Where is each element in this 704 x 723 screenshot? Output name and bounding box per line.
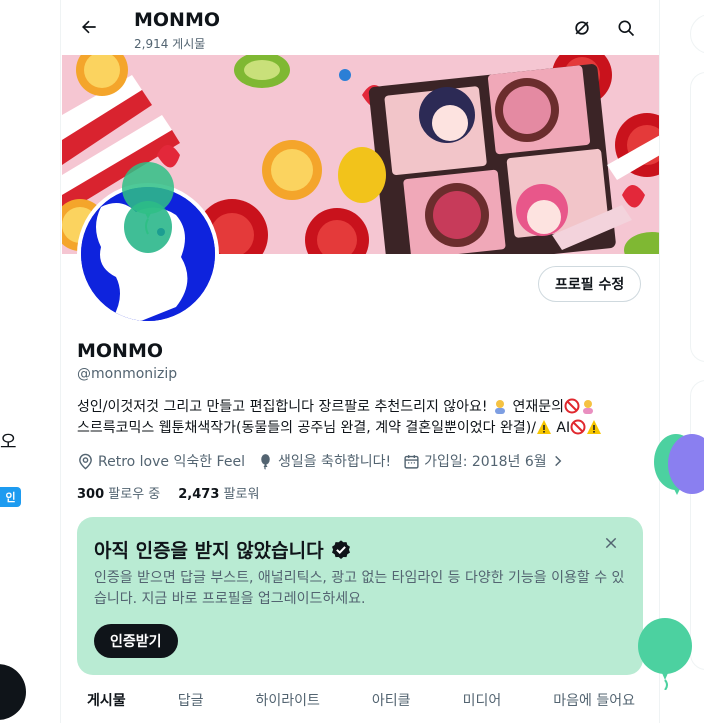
location-pin-icon [79,453,92,469]
verified-badge-icon [331,539,350,559]
balloon-icon [261,453,270,470]
verification-close-button[interactable] [599,531,623,555]
left-fragment-badge[interactable]: 인 [0,487,21,507]
search-button[interactable] [611,13,641,43]
notifications-off-button[interactable] [567,13,597,43]
following-label: 팔로우 중 [108,487,161,502]
warning-icon [536,419,552,435]
following-link[interactable]: 300 팔로우 중 [77,483,160,502]
right-search-fragment[interactable] [690,14,704,54]
tab-replies[interactable]: 답글 [152,676,230,723]
right-panel-fragment [690,72,704,362]
green-balloon-decoration [638,618,692,690]
joined-text: 가입일: 2018년 6월 [424,454,547,470]
followers-link[interactable]: 2,473 팔로워 [178,483,259,502]
profile-birthday: 생일을 축하합니다! [257,451,391,471]
left-sidebar-fragment: 오 인 [0,0,60,723]
verification-card: 아직 인증을 받지 않았습니다 인증을 받으면 답글 부스트, 애널리틱스, 광… [77,517,643,675]
tab-highlights[interactable]: 하이라이트 [229,676,345,723]
green-balloon-decoration [122,162,174,235]
calendar-icon [404,454,419,469]
arrow-left-icon [82,20,96,34]
right-sidebar-fragment [660,0,704,723]
bio-text-4: AI [551,420,571,436]
purple-balloon-decoration [668,434,704,494]
following-count: 300 [77,487,105,502]
search-icon [618,20,635,37]
followers-label: 팔로워 [223,487,260,502]
close-icon [605,537,617,549]
verification-title: 아직 인증을 받지 않았습니다 [94,540,324,562]
account-avatar-fragment[interactable] [0,664,26,720]
birthday-text: 생일을 축하합니다! [277,454,392,470]
follow-stats: 300 팔로우 중 2,473 팔로워 [77,483,259,502]
person-emoji-icon [580,398,596,414]
profile-page: 오 인 MONMO 2,914 게시물 프로필 수정 MONMO @monmon… [0,0,704,723]
get-verified-button[interactable]: 인증받기 [94,624,178,658]
profile-name: MONMO [77,340,164,362]
followers-count: 2,473 [178,487,220,502]
person-emoji-icon [492,398,508,414]
bio-text-2: 연재문의 [508,399,564,415]
prohibited-icon [570,419,586,435]
profile-location: Retro love 익숙한 Feel [77,451,245,471]
left-fragment-text: 오 [0,432,17,453]
bio-text-3: 스르륵코믹스 웹툰채색작가(동물들의 공주님 완결, 계약 결혼일뿐이었다 완결… [77,420,536,436]
tab-media[interactable]: 미디어 [437,676,528,723]
profile-tabs: 게시물 답글 하이라이트 아티클 미디어 마음에 들어요 [61,676,659,723]
verification-description: 인증을 받으면 답글 부스트, 애널리틱스, 광고 없는 타임라인 등 다양한 … [94,570,625,607]
location-text: Retro love 익숙한 Feel [98,454,245,470]
warning-icon [586,419,602,435]
profile-joined[interactable]: 가입일: 2018년 6월 [403,451,565,471]
profile-handle: @monmonizip [77,366,178,382]
prohibited-icon [564,398,580,414]
tab-articles[interactable]: 아티클 [346,676,437,723]
chevron-right-icon [554,455,562,467]
edit-profile-button[interactable]: 프로필 수정 [538,266,642,302]
tab-posts[interactable]: 게시물 [61,676,152,723]
bell-off-icon [575,21,589,35]
verification-title-row: 아직 인증을 받지 않았습니다 [94,536,352,563]
profile-meta: Retro love 익숙한 Feel 생일을 축하합니다! 가입일: 2018… [77,451,565,471]
profile-bio: 성인/이것저것 그리고 만들고 편집합니다 장르팔로 추천드리지 않아요! 연재… [77,397,647,439]
main-column: MONMO 2,914 게시물 프로필 수정 MONMO @monmonizip… [60,0,660,723]
back-button[interactable] [73,11,105,43]
header-title: MONMO [134,9,221,31]
header-post-count: 2,914 게시물 [134,37,206,51]
profile-header: MONMO 2,914 게시물 [61,0,659,55]
bio-text-1: 성인/이것저것 그리고 만들고 편집합니다 장르팔로 추천드리지 않아요! [77,399,492,415]
